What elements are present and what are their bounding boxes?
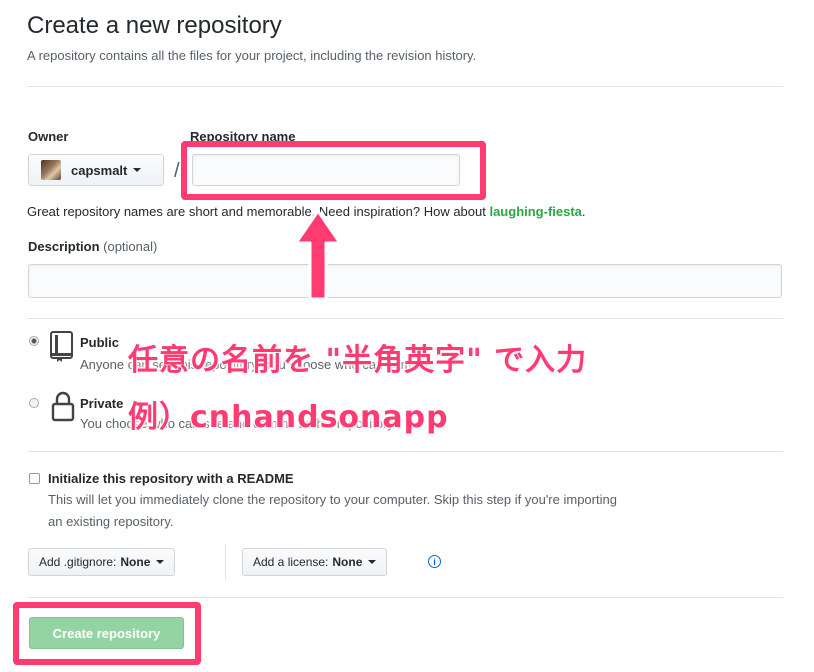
info-icon[interactable]: i	[428, 555, 441, 568]
readme-description-line1: This will let you immediately clone the …	[48, 492, 617, 507]
public-label: Public	[80, 335, 120, 350]
public-repo-icon	[50, 331, 73, 362]
readme-label: Initialize this repository with a README	[48, 471, 294, 486]
annotation-line1: 任意の名前を "半角英字" で入力	[127, 342, 588, 379]
divider	[27, 451, 783, 452]
lock-icon	[51, 391, 75, 422]
highlight-box-repo-name	[181, 141, 486, 200]
page-subtitle: A repository contains all the files for …	[27, 48, 477, 63]
highlight-box-create-button	[13, 602, 201, 665]
name-hint-text: Great repository names are short and mem…	[27, 204, 490, 219]
avatar	[41, 160, 61, 180]
annotation-line2: 例）cnhandsonapp	[127, 399, 449, 436]
name-suggestion[interactable]: laughing-fiesta	[489, 204, 581, 219]
gitignore-value: None	[120, 555, 151, 569]
readme-checkbox[interactable]	[29, 473, 40, 484]
divider	[27, 318, 783, 319]
owner-name: capsmalt	[71, 162, 128, 178]
divider	[27, 597, 783, 598]
public-radio[interactable]	[29, 336, 39, 346]
arrow-up-icon	[294, 209, 342, 301]
vertical-divider	[225, 544, 226, 580]
description-label: Description (optional)	[28, 239, 157, 254]
private-label: Private	[80, 396, 124, 411]
name-hint-suffix: .	[581, 204, 586, 219]
license-label: Add a license:	[253, 555, 329, 569]
description-label-text: Description	[28, 239, 100, 254]
owner-label: Owner	[28, 129, 69, 144]
license-value: None	[332, 555, 363, 569]
slash-separator: /	[174, 160, 180, 182]
readme-description-line2: an existing repository.	[48, 514, 174, 529]
chevron-down-icon	[368, 560, 377, 564]
optional-text: (optional)	[103, 239, 158, 254]
private-radio[interactable]	[29, 398, 39, 408]
license-dropdown[interactable]: Add a license: None	[242, 548, 388, 576]
chevron-down-icon	[133, 168, 142, 172]
description-input[interactable]	[28, 264, 782, 298]
divider	[27, 86, 783, 87]
gitignore-label: Add .gitignore:	[39, 555, 117, 569]
chevron-down-icon	[156, 560, 165, 564]
owner-dropdown[interactable]: capsmalt	[28, 154, 164, 186]
page-title: Create a new repository	[27, 12, 282, 39]
gitignore-dropdown[interactable]: Add .gitignore: None	[28, 548, 176, 576]
